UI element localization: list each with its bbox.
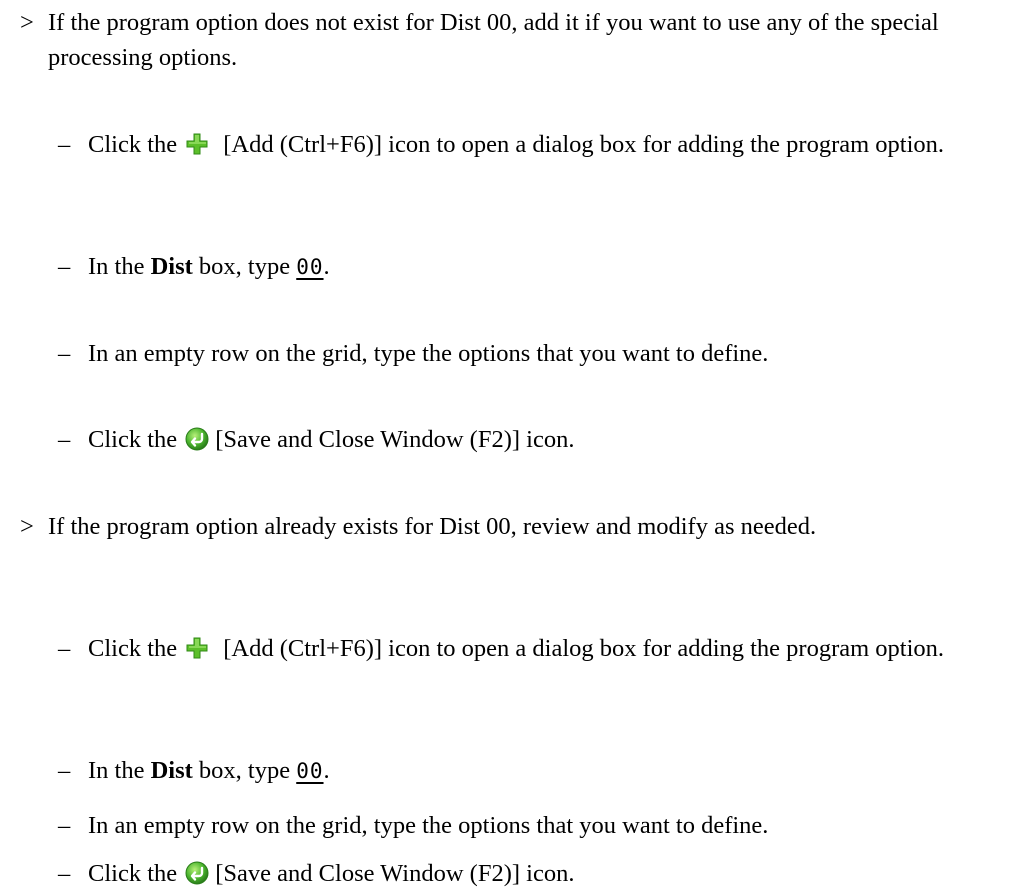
dash-marker: – <box>58 860 71 887</box>
dist-value: 00 <box>296 255 324 279</box>
step-text: [Add (Ctrl+F6)] icon to open a dialog bo… <box>223 131 945 158</box>
section-1-bullet: > If the program option does not exist f… <box>20 5 1015 75</box>
step-save: – Click the [Save and Close Window (F2)]… <box>58 856 1015 891</box>
step-text-post: . <box>323 253 330 280</box>
step-dist: – In the Dist box, type 00. <box>58 753 1015 789</box>
green-plus-icon <box>185 131 209 155</box>
dist-field-name: Dist <box>150 253 193 280</box>
step-text-mid: box, type <box>198 253 291 280</box>
step-text-pre: Click the <box>88 131 178 158</box>
step-text-mid: box, type <box>198 757 291 784</box>
section-2-text: If the program option already exists for… <box>48 513 817 540</box>
step-grid: – In an empty row on the grid, type the … <box>58 808 1015 843</box>
section-2-bullet: > If the program option already exists f… <box>20 509 1015 544</box>
step-add: – Click the [Add (Ctrl+F6)] icon to open… <box>58 127 1015 162</box>
dash-marker: – <box>58 340 71 367</box>
step-add: – Click the [Add (Ctrl+F6)] icon to open… <box>58 631 1015 666</box>
dash-marker: – <box>58 812 71 839</box>
step-text-pre: In the <box>88 253 145 280</box>
dash-marker: – <box>58 253 71 280</box>
step-text: [Save and Close Window (F2)] icon. <box>215 426 575 453</box>
step-dist: – In the Dist box, type 00. <box>58 249 1015 285</box>
dash-marker: – <box>58 131 71 158</box>
step-text-pre: In the <box>88 757 145 784</box>
save-close-icon <box>185 860 209 885</box>
save-close-icon <box>185 426 209 451</box>
step-grid: – In an empty row on the grid, type the … <box>58 336 1015 371</box>
dist-field-name: Dist <box>150 757 193 784</box>
step-text-pre: Click the <box>88 860 178 887</box>
section-1-text: If the program option does not exist for… <box>48 9 939 71</box>
step-text: [Save and Close Window (F2)] icon. <box>215 860 575 887</box>
bullet-marker: > <box>20 513 34 540</box>
step-text-pre: Click the <box>88 426 178 453</box>
dash-marker: – <box>58 757 71 784</box>
green-plus-icon <box>185 635 209 659</box>
bullet-marker: > <box>20 9 34 36</box>
step-text-pre: Click the <box>88 635 178 662</box>
step-text: [Add (Ctrl+F6)] icon to open a dialog bo… <box>223 635 945 662</box>
dist-value: 00 <box>296 759 324 783</box>
dash-marker: – <box>58 635 71 662</box>
step-text: In an empty row on the grid, type the op… <box>88 812 769 839</box>
dash-marker: – <box>58 426 71 453</box>
step-text: In an empty row on the grid, type the op… <box>88 340 769 367</box>
step-text-post: . <box>323 757 330 784</box>
step-save: – Click the [Save and Close Window (F2)]… <box>58 422 1015 457</box>
